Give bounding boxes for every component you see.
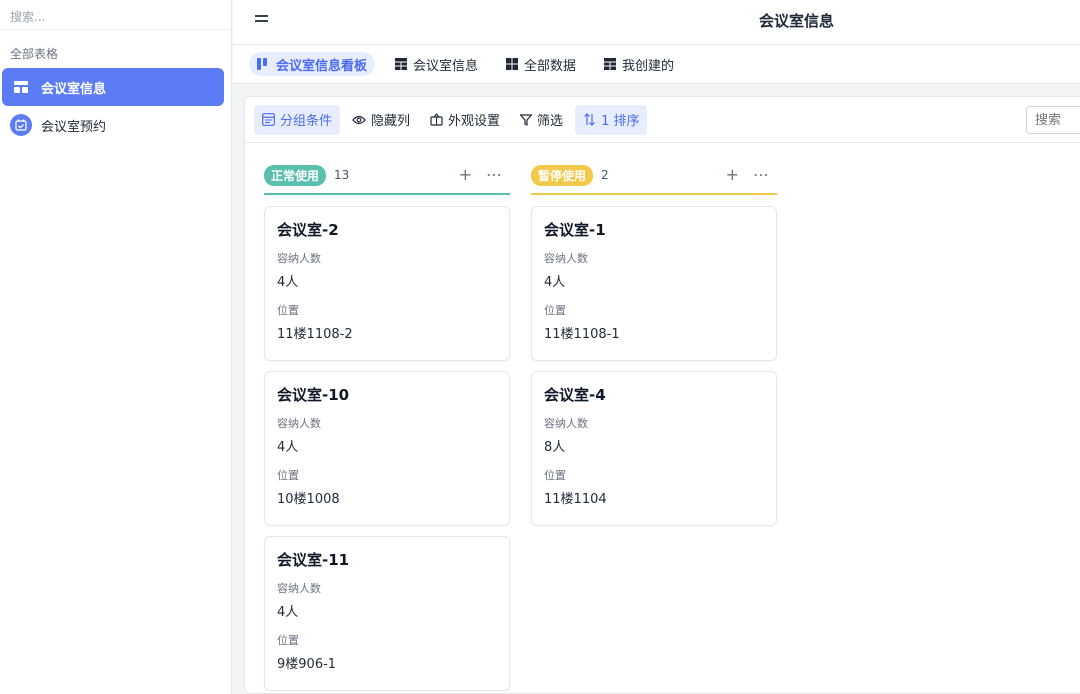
page-title: 会议室信息 [758,12,834,30]
kanban-card[interactable]: 会议室-11 容纳人数 4人 位置 9楼906-1 [264,536,510,691]
hide-columns-label: 隐藏列 [371,114,411,129]
kanban-column-paused: 暂停使用 2 + ⋯ [531,157,777,195]
column-count: 2 [601,168,609,182]
filter-icon [520,113,533,126]
sidebar-item-label: 会议室预约 [41,119,107,135]
capacity-value: 4人 [277,275,299,290]
sort-arrows-icon [583,113,596,126]
location-label: 位置 [277,469,299,482]
calendar-check-icon [10,114,32,136]
sidebar-item-meeting-room-info[interactable]: 会议室信息 [2,68,224,106]
capacity-label: 容纳人数 [277,252,321,265]
group-by-button[interactable]: 分组条件 [254,104,341,135]
tab-meeting-room-info[interactable]: 会议室信息 [387,52,486,76]
tab-all-data[interactable]: 全部数据 [498,52,584,76]
tab-label: 我创建的 [622,58,675,74]
tab-label: 会议室信息看板 [276,58,368,74]
grid-table-icon [395,58,408,70]
filter-button[interactable]: 筛选 [512,105,571,135]
card-title: 会议室-4 [544,386,606,404]
location-value: 11楼1108-1 [544,327,620,342]
sidebar-search-input[interactable]: 搜索... [0,0,231,30]
add-icon[interactable]: + [459,165,472,184]
card-title: 会议室-1 [544,221,606,239]
shirt-icon [430,113,443,126]
location-value: 9楼906-1 [277,657,337,672]
kanban-card[interactable]: 会议室-1 容纳人数 4人 位置 11楼1108-1 [531,206,777,361]
kanban-icon [257,58,270,70]
sidebar-item-meeting-room-booking[interactable]: 会议室预约 [2,106,224,144]
sort-label: 1 排序 [601,114,640,129]
capacity-value: 4人 [544,275,566,290]
location-label: 位置 [277,304,299,317]
location-label: 位置 [277,634,299,647]
add-icon[interactable]: + [726,165,739,184]
tab-kanban-view[interactable]: 会议室信息看板 [249,52,376,76]
capacity-label: 容纳人数 [544,417,588,430]
kanban-card[interactable]: 会议室-4 容纳人数 8人 位置 11楼1104 [531,371,777,526]
capacity-label: 容纳人数 [544,252,588,265]
top-bar: 会议室信息 [233,0,1080,45]
table-icon [10,76,32,98]
kanban-column-active: 正常使用 13 + ⋯ [264,157,510,195]
status-badge: 正常使用 [264,164,327,186]
more-icon[interactable]: ⋯ [753,165,769,184]
card-title: 会议室-10 [277,386,350,404]
kanban-panel: 分组条件 隐藏列 外观设置 筛选 1 排序 搜索 正常使用 13 + ⋯ 会议室… [244,96,1080,694]
tab-label: 全部数据 [524,58,577,74]
appearance-label: 外观设置 [448,114,501,129]
capacity-label: 容纳人数 [277,582,321,595]
group-by-label: 分组条件 [280,114,333,129]
grid-table-icon [506,58,519,70]
capacity-value: 4人 [277,440,299,455]
more-icon[interactable]: ⋯ [486,165,502,184]
location-value: 10楼1008 [277,492,340,507]
sidebar: 搜索... 全部表格 会议室信息 会议室预约 [0,0,232,694]
sort-button[interactable]: 1 排序 [575,104,648,135]
column-count: 13 [334,168,350,182]
card-title: 会议室-2 [277,221,339,239]
kanban-card[interactable]: 会议室-10 容纳人数 4人 位置 10楼1008 [264,371,510,526]
grid-table-icon [604,58,617,70]
capacity-label: 容纳人数 [277,417,321,430]
group-icon [262,113,275,126]
kanban-card[interactable]: 会议室-2 容纳人数 4人 位置 11楼1108-2 [264,206,510,361]
column-header: 正常使用 13 + ⋯ [264,157,510,195]
capacity-value: 4人 [277,605,299,620]
view-tabs: 会议室信息看板 会议室信息 全部数据 我创建的 [233,45,1080,84]
board-search-input[interactable] [1026,106,1080,134]
sidebar-section-label: 全部表格 [10,47,59,61]
status-badge: 暂停使用 [531,164,594,186]
tab-label: 会议室信息 [413,58,479,74]
appearance-button[interactable]: 外观设置 [422,105,508,135]
location-label: 位置 [544,304,566,317]
location-label: 位置 [544,469,566,482]
capacity-value: 8人 [544,440,566,455]
location-value: 11楼1104 [544,492,607,507]
filter-label: 筛选 [537,114,564,129]
location-value: 11楼1108-2 [277,327,353,342]
sidebar-item-label: 会议室信息 [41,81,107,97]
column-header: 暂停使用 2 + ⋯ [531,157,777,195]
tab-created-by-me[interactable]: 我创建的 [596,52,682,76]
hide-columns-button[interactable]: 隐藏列 [344,105,418,135]
eye-icon [352,115,366,125]
toolbar: 分组条件 隐藏列 外观设置 筛选 1 排序 [245,97,1080,143]
card-title: 会议室-11 [277,551,350,569]
